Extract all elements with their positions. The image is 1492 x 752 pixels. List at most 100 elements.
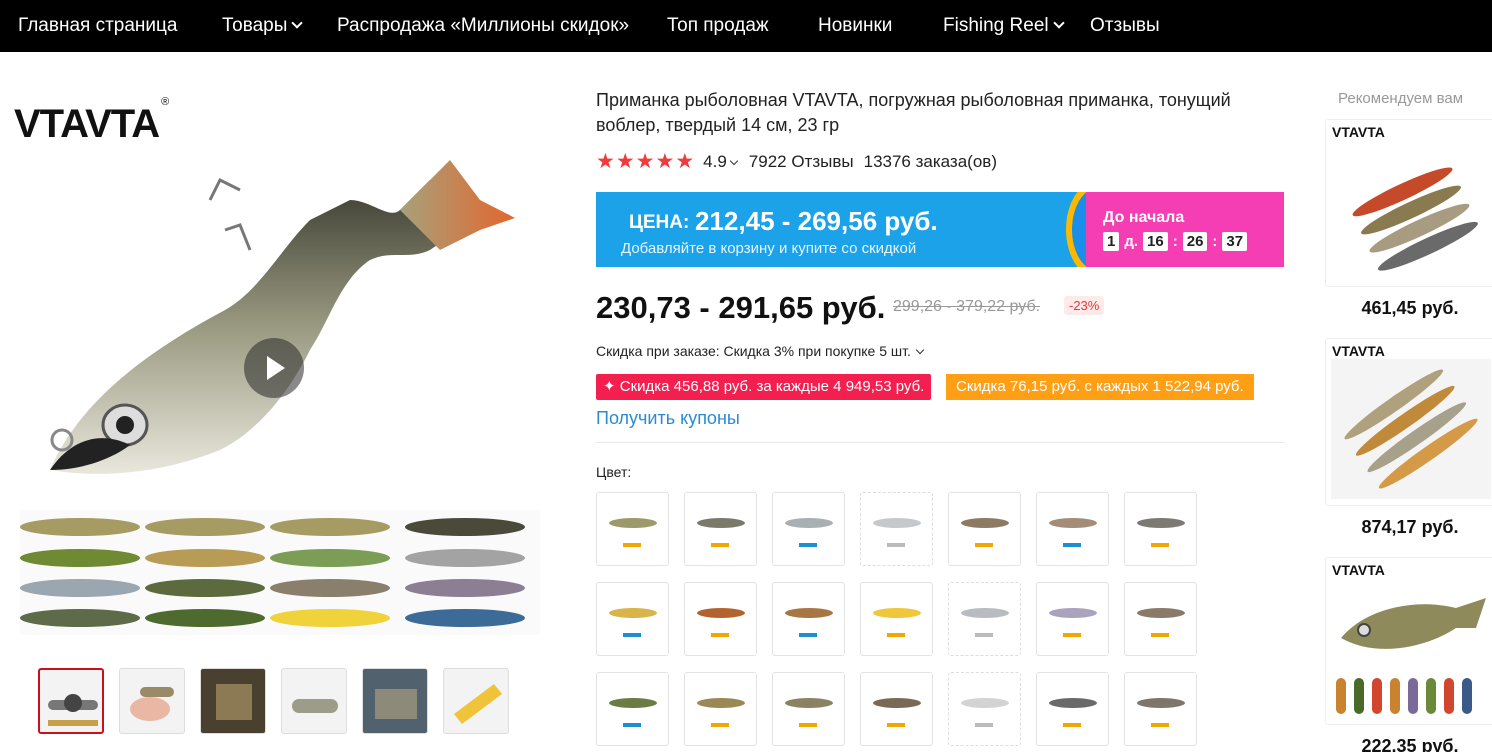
recommend-card-logo: VTAVTA: [1332, 124, 1385, 140]
star-icon: ★: [655, 150, 675, 173]
thumbnail-2[interactable]: [119, 668, 185, 734]
order-discount-dropdown[interactable]: Скидка при заказе: Скидка 3% при покупке…: [596, 343, 925, 359]
rating-value[interactable]: 4.9: [703, 152, 739, 172]
color-option-11[interactable]: [860, 582, 933, 656]
thumbnail-5[interactable]: [362, 668, 428, 734]
thumbnail-3[interactable]: [200, 668, 266, 734]
recommend-title: Рекомендуем вам: [1338, 90, 1464, 107]
top-navigation: Главная страница Товары Распродажа «Милл…: [0, 0, 1492, 52]
star-icon: ★: [596, 150, 615, 173]
recommend-product-image: [1336, 598, 1486, 714]
get-coupons-link[interactable]: Получить купоны: [596, 408, 740, 429]
countdown-hours: 16: [1143, 232, 1168, 251]
divider: [596, 442, 1284, 443]
play-video-button[interactable]: [244, 338, 304, 398]
promo-banner: ЦЕНА: 212,45 - 269,56 руб. Добавляйте в …: [596, 192, 1284, 267]
color-option-3[interactable]: [772, 492, 845, 566]
chevron-down-icon: [1052, 17, 1065, 29]
recommend-product-image: [1352, 167, 1478, 271]
thumbnail-4[interactable]: [281, 668, 347, 734]
recommend-product-image: [1331, 359, 1491, 499]
color-option-6[interactable]: [1036, 492, 1109, 566]
nav-sale[interactable]: Распродажа «Миллионы скидок»: [337, 0, 629, 52]
color-option-4[interactable]: [860, 492, 933, 566]
current-price: 230,73 - 291,65 руб.: [596, 290, 886, 325]
nav-sale-label: Распродажа «Миллионы скидок»: [337, 15, 630, 36]
recommend-price-3: 222,35 руб.: [1361, 736, 1459, 752]
recommend-card-2[interactable]: VTAVTA: [1325, 338, 1492, 506]
lure-grid: [20, 510, 540, 635]
thumbnail-1[interactable]: [38, 668, 104, 734]
coupon-store-discount[interactable]: ✦ Скидка 456,88 руб. за каждые 4 949,53 …: [596, 374, 932, 400]
old-price: 299,26 - 379,22 руб.: [893, 298, 1041, 315]
countdown-separator: :: [1212, 233, 1218, 250]
nav-top-sales-label: Топ продаж: [667, 15, 769, 36]
star-icon: ★: [635, 150, 655, 173]
color-option-5[interactable]: [948, 492, 1021, 566]
rating-stars: ★ ★ ★ ★ ★: [596, 151, 694, 173]
nav-top-sales[interactable]: Топ продаж: [667, 0, 769, 52]
nav-new-label: Новинки: [818, 15, 893, 36]
thumbnail-6[interactable]: [443, 668, 509, 734]
rating-number: 4.9: [703, 152, 727, 171]
thumbnail-strip: [38, 668, 509, 734]
chevron-down-icon: [915, 345, 925, 355]
color-option-10[interactable]: [772, 582, 845, 656]
product-title: Приманка рыболовная VTAVTA, погружная ры…: [596, 90, 1231, 135]
coupon-order-discount[interactable]: Скидка 76,15 руб. с каждых 1 522,94 руб.: [946, 374, 1254, 400]
recommend-card-3[interactable]: VTAVTA: [1325, 557, 1492, 725]
recommend-price-1: 461,45 руб.: [1361, 298, 1459, 318]
recommend-card-logo: VTAVTA: [1332, 562, 1385, 578]
countdown-separator: :: [1172, 233, 1178, 250]
nav-products[interactable]: Товары: [222, 0, 304, 52]
rating-row: ★ ★ ★ ★ ★ 4.9 7922 Отзывы 13376 заказа(о…: [596, 150, 997, 174]
promo-price: 212,45 - 269,56 руб.: [695, 206, 938, 236]
color-option-17[interactable]: [772, 672, 845, 746]
chevron-down-icon: [729, 156, 739, 166]
color-option-13[interactable]: [1036, 582, 1109, 656]
color-option-7[interactable]: [1124, 492, 1197, 566]
star-icon: ★: [675, 150, 695, 173]
promo-subtitle: Добавляйте в корзину и купите со скидкой: [621, 240, 917, 257]
color-option-1[interactable]: [596, 492, 669, 566]
chevron-down-icon: [291, 17, 304, 29]
nav-new[interactable]: Новинки: [818, 0, 892, 52]
nav-home-label: Главная страница: [18, 15, 178, 36]
recommend-card-logo: VTAVTA: [1332, 343, 1385, 359]
orders-count: 13376 заказа(ов): [863, 152, 997, 171]
recommend-card-1[interactable]: VTAVTA: [1325, 119, 1492, 287]
discount-badge: -23%: [1064, 296, 1105, 315]
countdown-title: До начала: [1103, 209, 1185, 226]
nav-reviews[interactable]: Отзывы: [1090, 0, 1160, 52]
order-discount-text: Скидка при заказе: Скидка 3% при покупке…: [596, 343, 911, 359]
color-option-14[interactable]: [1124, 582, 1197, 656]
color-option-16[interactable]: [684, 672, 757, 746]
color-option-21[interactable]: [1124, 672, 1197, 746]
reviews-link[interactable]: 7922 Отзывы: [749, 152, 854, 172]
countdown-days: 1: [1103, 232, 1120, 251]
countdown-minutes: 26: [1182, 232, 1208, 251]
color-option-2[interactable]: [684, 492, 757, 566]
star-icon: ★: [615, 150, 635, 173]
color-option-18[interactable]: [860, 672, 933, 746]
color-option-8[interactable]: [596, 582, 669, 656]
color-option-20[interactable]: [1036, 672, 1109, 746]
nav-home[interactable]: Главная страница: [18, 0, 178, 52]
registered-mark: ®: [161, 95, 169, 108]
countdown-panel: До начала 1 д. 16 : 26 : 37: [1086, 192, 1284, 267]
color-option-9[interactable]: [684, 582, 757, 656]
color-option-19[interactable]: [948, 672, 1021, 746]
nav-products-label: Товары: [222, 15, 288, 36]
color-label: Цвет:: [596, 464, 632, 480]
color-option-15[interactable]: [596, 672, 669, 746]
nav-fishing-reel-label: Fishing Reel: [943, 15, 1049, 36]
promo-label: ЦЕНА:: [629, 212, 690, 233]
color-option-12[interactable]: [948, 582, 1021, 656]
nav-reviews-label: Отзывы: [1090, 15, 1160, 36]
countdown-timer: 1 д. 16 : 26 : 37: [1103, 232, 1248, 251]
countdown-seconds: 37: [1222, 232, 1248, 251]
color-swatches: [596, 492, 1206, 746]
countdown-days-unit: д.: [1124, 233, 1139, 250]
recommend-price-2: 874,17 руб.: [1361, 517, 1459, 537]
nav-fishing-reel[interactable]: Fishing Reel: [943, 0, 1065, 52]
